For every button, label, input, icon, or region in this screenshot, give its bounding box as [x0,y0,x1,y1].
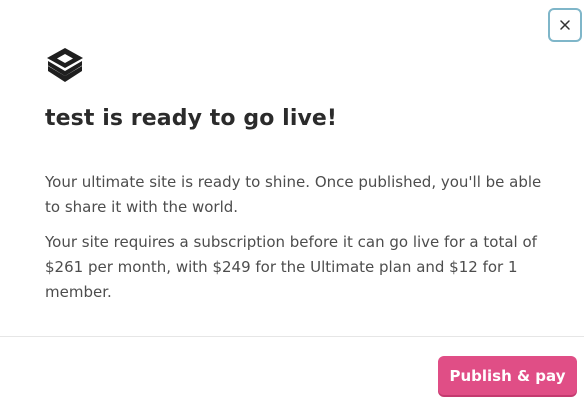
publish-and-pay-button[interactable]: Publish & pay [438,356,577,395]
subscription-notice: Your site requires a subscription before… [45,233,537,301]
close-button[interactable] [548,8,582,42]
dialog-title: test is ready to go live! [45,106,338,131]
footer-divider [0,336,584,337]
layers-stack-icon [47,48,83,82]
close-icon [560,20,570,30]
publish-dialog: test is ready to go live! Your ultimate … [0,0,584,401]
dialog-description: Your ultimate site is ready to shine. On… [45,173,542,216]
